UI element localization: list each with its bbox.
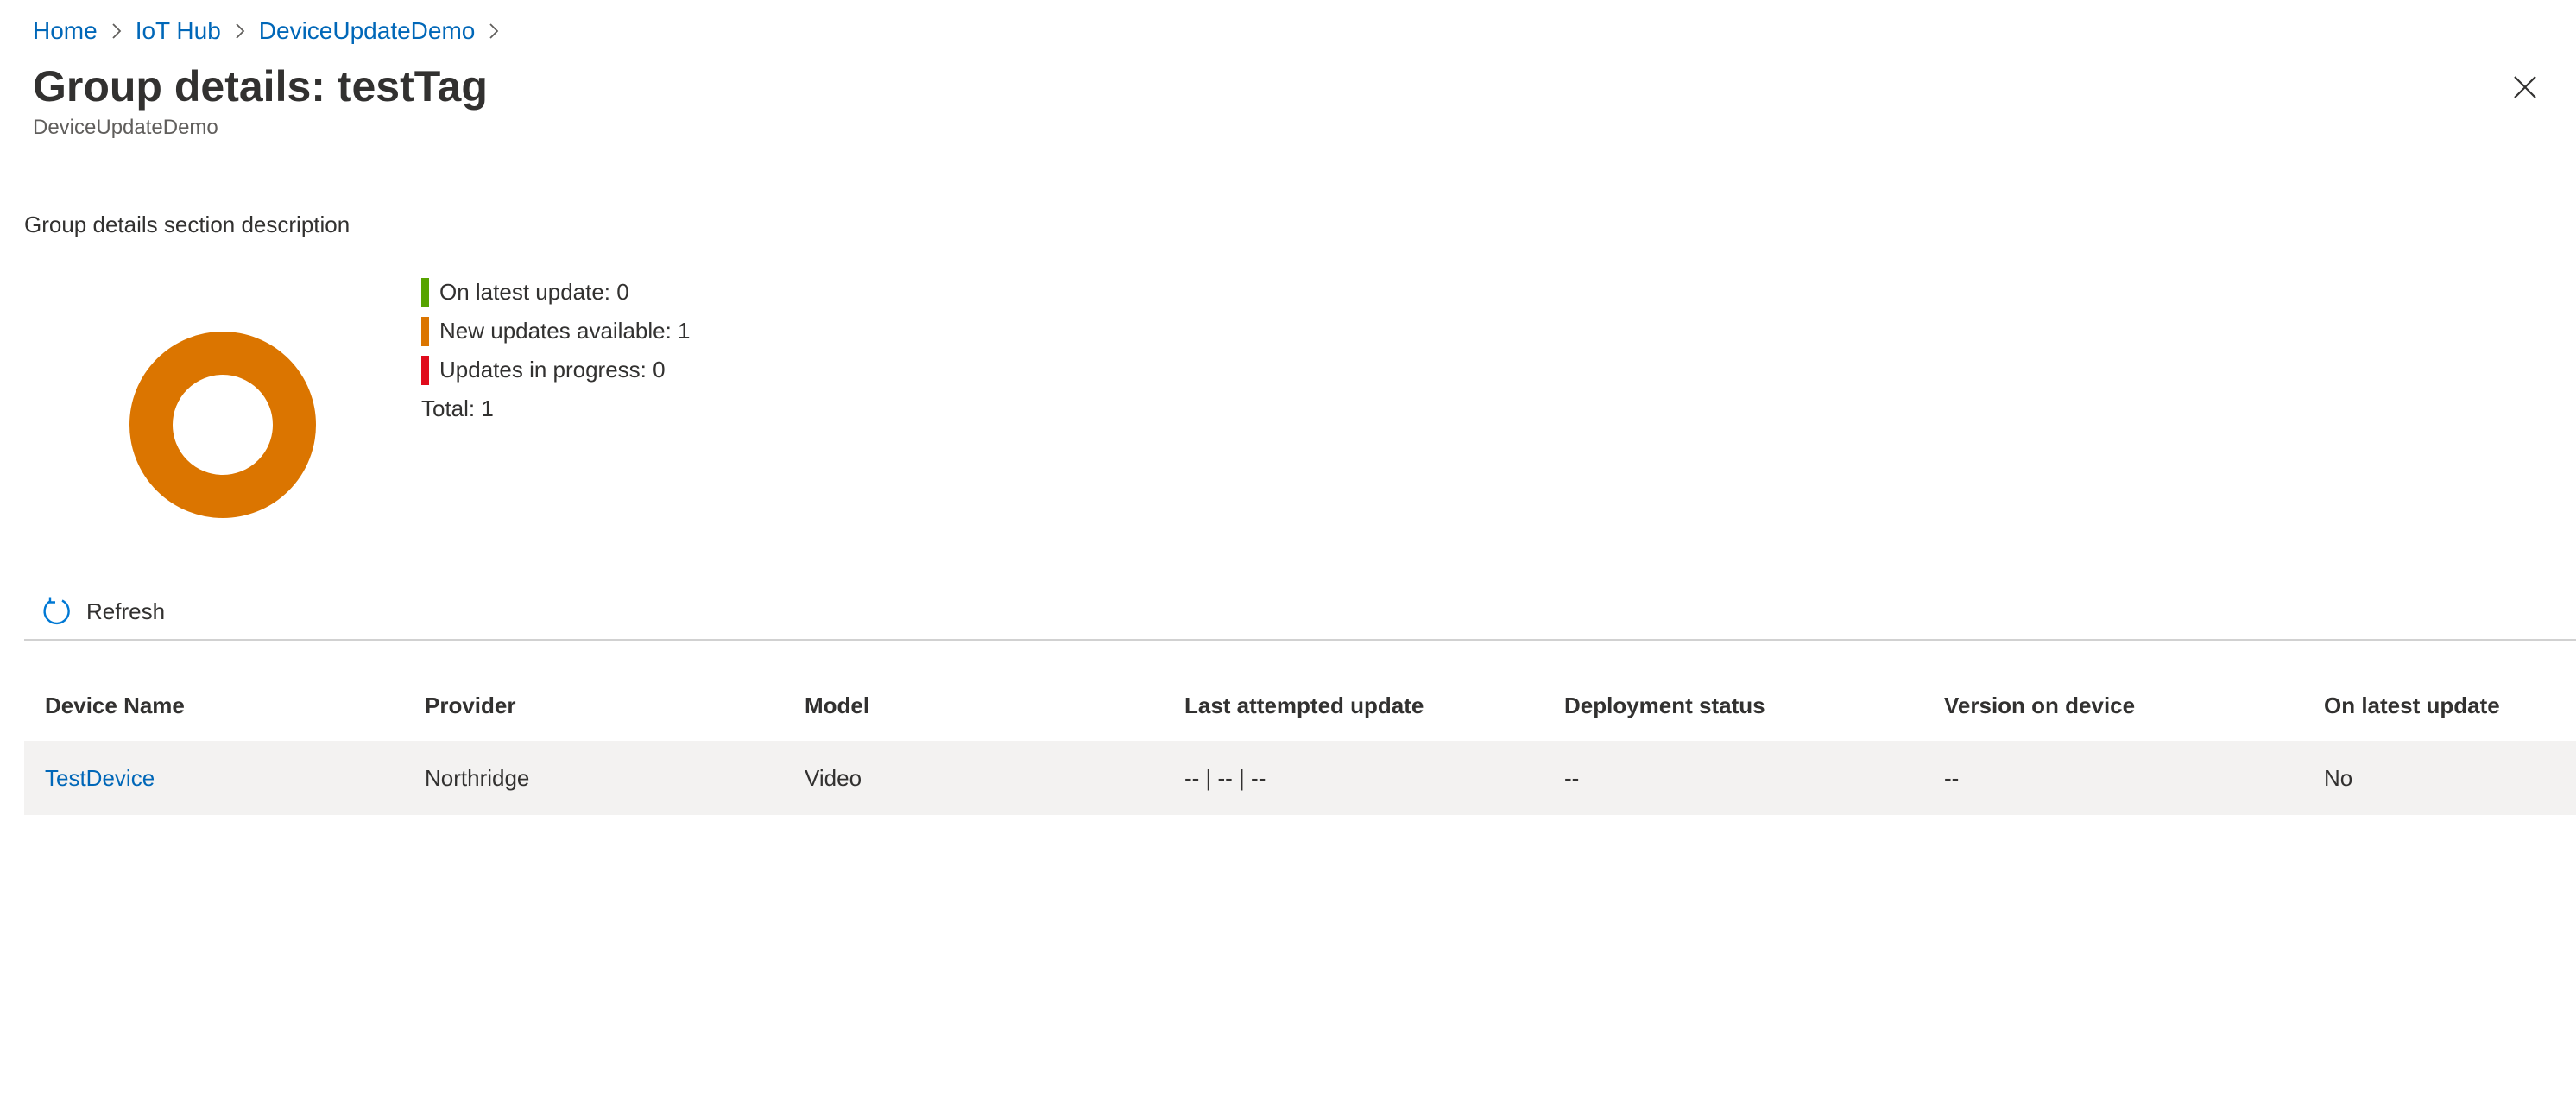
breadcrumb: Home IoT Hub DeviceUpdateDemo (33, 14, 513, 48)
legend-item-on-latest: On latest update: 0 (421, 273, 691, 312)
close-icon (2514, 76, 2536, 98)
legend-swatch-orange (421, 316, 429, 346)
cell-deployment-status: -- (1564, 764, 1580, 791)
column-header-on-latest-update[interactable]: On latest update (2303, 692, 2576, 719)
update-status-donut-chart (129, 332, 316, 518)
column-header-version-on-device[interactable]: Version on device (1923, 692, 2303, 719)
cell-on-latest-update: No (2324, 764, 2353, 791)
breadcrumb-home[interactable]: Home (33, 17, 98, 45)
column-header-model[interactable]: Model (784, 692, 1164, 719)
legend-item-new-updates: New updates available: 1 (421, 312, 691, 351)
refresh-button[interactable]: Refresh (35, 587, 172, 636)
cell-provider: Northridge (425, 764, 530, 791)
legend-swatch-green (421, 277, 429, 307)
refresh-icon (43, 597, 70, 625)
chevron-right-icon (98, 14, 136, 48)
command-bar: Refresh (24, 587, 2576, 641)
column-header-last-attempted-update[interactable]: Last attempted update (1164, 692, 1544, 719)
column-header-provider[interactable]: Provider (404, 692, 784, 719)
legend-swatch-red (421, 355, 429, 385)
devices-table: Device Name Provider Model Last attempte… (24, 670, 2576, 815)
legend-item-in-progress: Updates in progress: 0 (421, 351, 691, 389)
refresh-label: Refresh (86, 598, 166, 624)
device-link[interactable]: TestDevice (45, 765, 155, 791)
cell-device-name: TestDevice (24, 765, 404, 792)
section-description: Group details section description (24, 212, 350, 237)
page-subtitle: DeviceUpdateDemo (33, 116, 218, 139)
chevron-right-icon (221, 14, 259, 48)
donut-segment-new-updates (129, 332, 316, 518)
legend-label: New updates available: 1 (439, 318, 691, 344)
page-title: Group details: testTag (33, 62, 488, 111)
table-header-row: Device Name Provider Model Last attempte… (24, 670, 2576, 741)
legend-label: On latest update: 0 (439, 279, 629, 305)
column-header-deployment-status[interactable]: Deployment status (1544, 692, 1923, 719)
breadcrumb-iot-hub[interactable]: IoT Hub (136, 17, 221, 45)
status-legend: On latest update: 0 New updates availabl… (421, 273, 691, 428)
breadcrumb-device-update-demo[interactable]: DeviceUpdateDemo (259, 17, 476, 45)
legend-label: Updates in progress: 0 (439, 357, 666, 383)
cell-last-attempted-update: -- | -- | -- (1184, 764, 1266, 791)
table-row[interactable]: TestDevice Northridge Video -- | -- | --… (24, 741, 2576, 815)
chevron-right-icon (475, 14, 513, 48)
column-header-device-name[interactable]: Device Name (24, 692, 404, 719)
cell-version-on-device: -- (1944, 764, 1960, 791)
legend-total: Total: 1 (421, 395, 494, 421)
close-button[interactable] (2503, 66, 2547, 109)
cell-model: Video (805, 764, 862, 791)
